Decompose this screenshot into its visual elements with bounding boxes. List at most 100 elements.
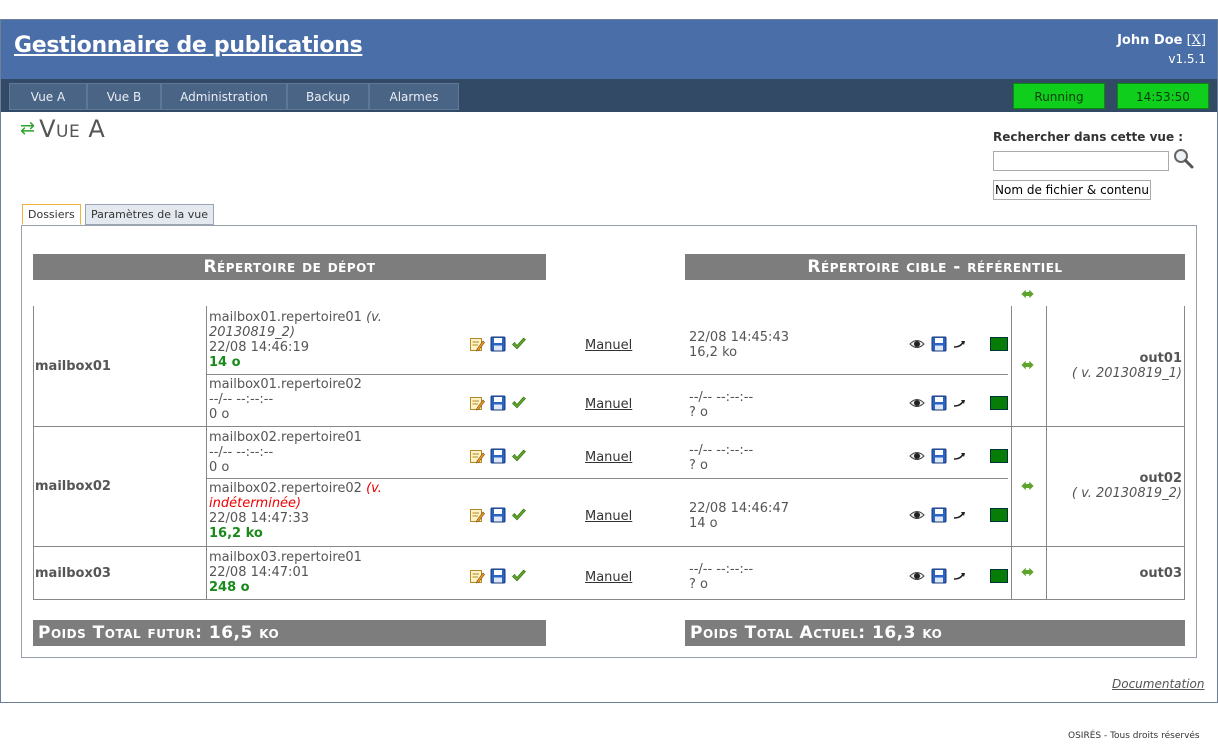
grid-line [1011,306,1012,600]
nav-backup[interactable]: Backup [287,83,369,110]
target-cell: 22/08 14:46:47 14 o [689,501,789,531]
search-label: Rechercher dans cette vue : [993,130,1184,144]
dir-name: mailbox02.repertoire02 [209,481,362,496]
dir-date: 22/08 14:46:19 [209,340,309,355]
check-icon[interactable] [511,336,527,352]
save-icon[interactable] [931,395,947,411]
view-icon[interactable] [909,336,925,352]
edit-icon[interactable] [469,507,485,523]
dir-size: 0 o [209,460,230,475]
navbar: Vue A Vue B Administration Backup Alarme… [1,79,1217,112]
view-icon[interactable] [909,448,925,464]
check-icon[interactable] [511,395,527,411]
dir-cell: mailbox02.repertoire02 (v. indéterminée)… [209,481,459,541]
target-date: --/-- --:--:-- [689,562,754,577]
save-icon[interactable] [490,336,506,352]
app-title[interactable]: Gestionnaire de publications [14,33,363,58]
dir-name: mailbox01.repertoire02 [209,377,362,392]
save-icon[interactable] [490,568,506,584]
sync-all-icon[interactable]: ⬌ [1021,284,1034,303]
dir-cell: mailbox02.repertoire01 --/-- --:--:-- 0 … [209,430,459,475]
user-name: John Doe [1117,33,1183,48]
dir-name: mailbox01.repertoire01 [209,310,362,325]
output-name: out03 [1139,566,1183,581]
mailbox-label: mailbox01 [35,359,111,374]
output-version: ( v. 20130819_2) [1071,486,1182,501]
transfer-icon[interactable] [952,336,968,352]
save-icon[interactable] [931,507,947,523]
status-indicator: Running [1013,83,1105,109]
check-icon[interactable] [511,448,527,464]
dir-size: 0 o [209,407,230,422]
dir-cell: mailbox03.repertoire01 22/08 14:47:01 24… [209,550,459,595]
dir-size: 248 o [209,580,250,595]
status-square [990,396,1008,410]
check-icon[interactable] [511,568,527,584]
nav-administration[interactable]: Administration [161,83,287,110]
save-icon[interactable] [931,336,947,352]
search-input[interactable] [993,151,1169,171]
edit-icon[interactable] [469,395,485,411]
refresh-icon[interactable]: ⇄ [20,118,35,139]
tab-dossiers[interactable]: Dossiers [22,204,81,225]
manual-link[interactable]: Manuel [585,338,632,353]
target-cell: 22/08 14:45:43 16,2 ko [689,330,789,360]
output-name: out02 [1139,471,1183,486]
documentation-link[interactable]: Documentation [1112,677,1205,691]
app-version: v1.5.1 [1168,52,1206,66]
nav-vue-a[interactable]: Vue A [9,83,87,110]
dir-cell: mailbox01.repertoire01 (v. 20130819_2) 2… [209,310,459,370]
logout-link[interactable]: X [1192,33,1201,48]
nav-alarmes[interactable]: Alarmes [369,83,459,110]
view-icon[interactable] [909,568,925,584]
mailbox-label: mailbox02 [35,479,111,494]
output-cell: out01 ( v. 20130819_1) [1050,351,1182,381]
dir-name: mailbox03.repertoire01 [209,550,362,565]
transfer-icon[interactable] [952,568,968,584]
target-size: ? o [689,458,708,473]
user-box: John Doe [X] v1.5.1 [1117,32,1206,68]
transfer-icon[interactable] [952,395,968,411]
mailbox-label: mailbox03 [35,566,111,581]
manual-link[interactable]: Manuel [585,397,632,412]
check-icon[interactable] [511,507,527,523]
target-cell: --/-- --:--:-- ? o [689,390,753,420]
grid-line [206,306,207,600]
total-future: Poids Total futur: 16,5 ko [33,620,546,646]
output-version: ( v. 20130819_1) [1071,366,1182,381]
sync-icon[interactable]: ⬌ [1021,476,1034,495]
target-size: 14 o [689,516,718,531]
search-icon[interactable] [1173,148,1195,170]
save-icon[interactable] [490,448,506,464]
grid-line [206,374,1008,375]
output-cell: out02 ( v. 20130819_2) [1050,471,1182,501]
edit-icon[interactable] [469,336,485,352]
save-icon[interactable] [931,448,947,464]
target-date: --/-- --:--:-- [689,390,754,405]
search-scope-button[interactable]: Nom de fichier & contenu [993,180,1151,200]
dir-name: mailbox02.repertoire01 [209,430,362,445]
output-cell: out03 [1050,566,1183,581]
dir-date: --/-- --:--:-- [209,392,274,407]
transfer-icon[interactable] [952,507,968,523]
dir-size: 14 o [209,355,241,370]
status-square [990,449,1008,463]
manual-link[interactable]: Manuel [585,450,632,465]
manual-link[interactable]: Manuel [585,509,632,524]
view-icon[interactable] [909,395,925,411]
section-depot: Répertoire de dépot [33,254,546,280]
sync-icon[interactable]: ⬌ [1021,355,1034,374]
nav-vue-b[interactable]: Vue B [87,83,161,110]
header: Gestionnaire de publications John Doe [X… [1,20,1217,79]
save-icon[interactable] [490,507,506,523]
sync-icon[interactable]: ⬌ [1021,562,1034,581]
user-line: John Doe [X] [1117,32,1206,50]
manual-link[interactable]: Manuel [585,570,632,585]
transfer-icon[interactable] [952,448,968,464]
tab-parametres[interactable]: Paramètres de la vue [85,204,215,225]
edit-icon[interactable] [469,448,485,464]
save-icon[interactable] [931,568,947,584]
edit-icon[interactable] [469,568,485,584]
view-icon[interactable] [909,507,925,523]
save-icon[interactable] [490,395,506,411]
